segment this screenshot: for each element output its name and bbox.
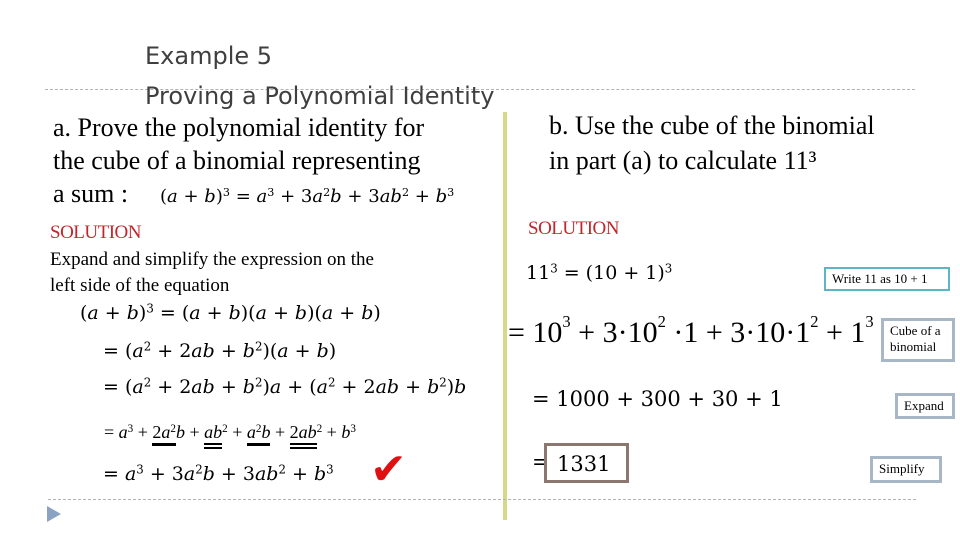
note-write-11: Write 11 as 10 + 1: [824, 267, 950, 291]
check-mark-icon: ✔: [370, 444, 407, 495]
answer-box: 1331: [544, 443, 629, 483]
double-underline-term: 2ab: [289, 422, 317, 449]
note-simplify: Simplify: [870, 456, 942, 483]
double-underline-term: ab: [204, 422, 223, 449]
bottom-divider: [48, 499, 916, 500]
part-a-step-1: (a + b)3 = (a + b)(a + b)(a + b): [80, 301, 381, 324]
part-b-prompt-line2: in part (a) to calculate 11³: [549, 146, 817, 175]
part-a-step-2: = (a2 + 2ab + b2)(a + b): [103, 339, 337, 362]
part-a-step-4: = a3 + 2a2b + ab2 + a2b + 2ab2 + b3: [104, 422, 356, 449]
column-divider: [503, 112, 507, 520]
part-a-instruction-line1: Expand and simplify the expression on th…: [50, 249, 374, 270]
underline-term: a2b: [246, 422, 271, 446]
part-a-solution-label: SOLUTION: [50, 222, 142, 243]
part-a-instruction-line2: left side of the equation: [50, 275, 230, 296]
part-a-identity: (a + b)3 = a3 + 3a2b + 3ab2 + b3: [160, 185, 455, 207]
answer-value: 1331: [557, 452, 611, 476]
note-cube-of-binomial: Cube of a binomial: [881, 318, 955, 362]
part-a-step-5: = a3 + 3a2b + 3ab2 + b3: [103, 462, 334, 485]
bullet-triangle-icon: [47, 506, 61, 522]
part-b-step-3: = 1000 + 300 + 30 + 1: [532, 387, 783, 411]
part-b-prompt-line1: b. Use the cube of the binomial: [549, 111, 875, 140]
part-a-step-3: = (a2 + 2ab + b2)a + (a2 + 2ab + b2)b: [103, 375, 467, 398]
part-b-step-1: 113 = (10 + 1)3: [526, 261, 673, 284]
slide-title-line1: Example 5: [145, 42, 273, 70]
part-a-prompt-line2: the cube of a binomial representing: [53, 146, 421, 175]
underline-term: 2a2: [152, 422, 176, 446]
part-a-prompt-line3: a sum :: [53, 179, 129, 208]
slide-title-line2: Proving a Polynomial Identity: [145, 82, 495, 110]
note-expand: Expand: [895, 393, 955, 419]
part-b-solution-label: SOLUTION: [528, 218, 620, 239]
part-b-step-2: = 103 + 3·102 ·1 + 3·10·12 + 13: [508, 312, 874, 349]
part-a-prompt-line1: a. Prove the polynomial identity for: [53, 113, 425, 142]
